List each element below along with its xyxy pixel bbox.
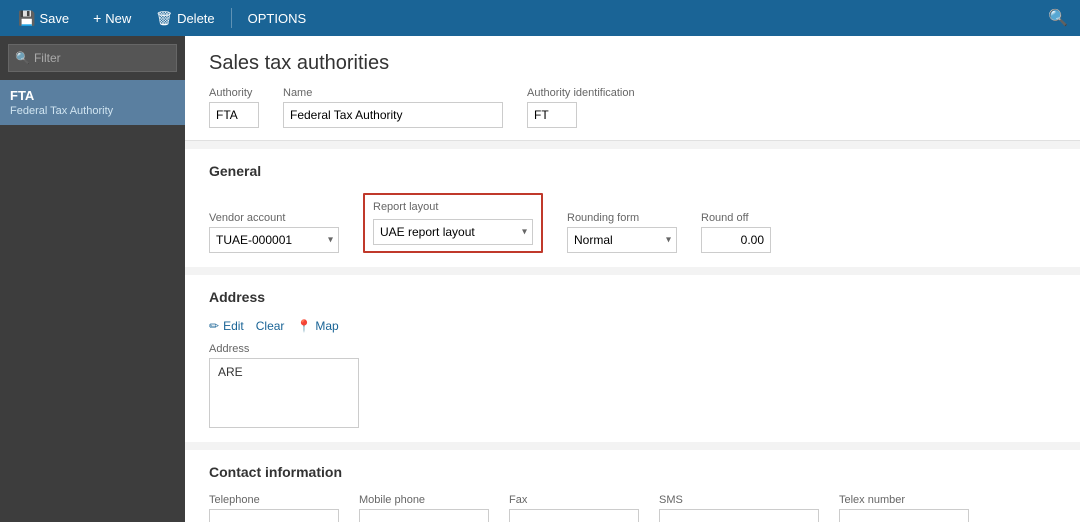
vendor-select[interactable]: TUAE-000001: [209, 227, 339, 253]
address-value: ARE: [218, 365, 243, 379]
name-label: Name: [283, 87, 503, 99]
filter-icon: 🔍: [15, 51, 30, 65]
sidebar: 🔍 FTA Federal Tax Authority: [0, 36, 185, 522]
save-button[interactable]: 💾 Save: [8, 4, 79, 32]
address-box: ARE: [209, 358, 359, 428]
delete-label: Delete: [177, 11, 215, 26]
fax-input[interactable]: [509, 509, 639, 522]
contact-title: Contact information: [209, 464, 1056, 480]
telephone-field-group: Telephone: [209, 494, 339, 522]
name-field-group: Name: [283, 87, 503, 128]
telex-field-group: Telex number: [839, 494, 969, 522]
edit-label: Edit: [223, 319, 244, 333]
vendor-label: Vendor account: [209, 212, 339, 224]
clear-label: Clear: [256, 319, 285, 333]
fax-label: Fax: [509, 494, 639, 506]
report-layout-highlighted-group: Report layout UAE report layout: [363, 193, 543, 253]
sidebar-filter-input[interactable]: [34, 51, 189, 65]
edit-icon: ✏: [209, 319, 219, 333]
edit-address-button[interactable]: ✏ Edit: [209, 319, 244, 333]
mobile-input[interactable]: [359, 509, 489, 522]
telephone-input[interactable]: [209, 509, 339, 522]
sidebar-item-fta[interactable]: FTA Federal Tax Authority: [0, 80, 185, 125]
main-layout: 🔍 FTA Federal Tax Authority Sales tax au…: [0, 36, 1080, 522]
save-icon: 💾: [18, 10, 35, 27]
fax-field-group: Fax: [509, 494, 639, 522]
general-section: General Vendor account TUAE-000001 Repor…: [185, 149, 1080, 267]
rounding-label: Rounding form: [567, 212, 677, 224]
round-off-input[interactable]: [701, 227, 771, 253]
toolbar: 💾 Save + New 🗑 Delete OPTIONS 🔍: [0, 0, 1080, 36]
address-actions: ✏ Edit Clear 📍 Map: [209, 319, 1056, 333]
sidebar-filter-container: 🔍: [8, 44, 177, 72]
delete-icon: 🗑: [155, 10, 173, 27]
rounding-select[interactable]: Normal Downward Upward: [567, 227, 677, 253]
report-layout-label: Report layout: [373, 201, 533, 213]
report-layout-select[interactable]: UAE report layout: [373, 219, 533, 245]
vendor-select-wrapper: TUAE-000001: [209, 227, 339, 253]
authority-input[interactable]: [209, 102, 259, 128]
page-header: Sales tax authorities Authority Name Aut…: [185, 36, 1080, 141]
telephone-label: Telephone: [209, 494, 339, 506]
report-layout-field-group: Report layout UAE report layout: [373, 201, 533, 245]
general-fields-row: Vendor account TUAE-000001 Report layout…: [209, 193, 1056, 253]
sidebar-item-subtitle: Federal Tax Authority: [10, 105, 175, 117]
sms-label: SMS: [659, 494, 819, 506]
options-button[interactable]: OPTIONS: [238, 4, 317, 32]
authority-label: Authority: [209, 87, 259, 99]
address-section: Address ✏ Edit Clear 📍 Map Address ARE: [185, 275, 1080, 442]
address-title: Address: [209, 289, 1056, 305]
round-off-label: Round off: [701, 212, 771, 224]
general-title: General: [209, 163, 1056, 179]
map-label: Map: [315, 319, 338, 333]
report-layout-select-wrapper: UAE report layout: [373, 219, 533, 245]
mobile-label: Mobile phone: [359, 494, 489, 506]
vendor-field-group: Vendor account TUAE-000001: [209, 212, 339, 253]
round-off-field-group: Round off: [701, 212, 771, 253]
rounding-field-group: Rounding form Normal Downward Upward: [567, 212, 677, 253]
telex-label: Telex number: [839, 494, 969, 506]
authority-fields: Authority Name Authority identification: [209, 87, 1056, 128]
page-title: Sales tax authorities: [209, 52, 1056, 75]
map-icon: 📍: [296, 319, 311, 333]
content-area: Sales tax authorities Authority Name Aut…: [185, 36, 1080, 522]
address-field-group: Address ARE: [209, 343, 1056, 428]
auth-id-field-group: Authority identification: [527, 87, 635, 128]
toolbar-divider: [231, 8, 232, 28]
authority-field-group: Authority: [209, 87, 259, 128]
contact-fields-row-1: Telephone Mobile phone Fax SMS Telex num: [209, 494, 1056, 522]
search-button[interactable]: 🔍: [1044, 4, 1072, 32]
contact-section: Contact information Telephone Mobile pho…: [185, 450, 1080, 522]
address-label: Address: [209, 343, 1056, 355]
delete-button[interactable]: 🗑 Delete: [145, 4, 224, 32]
sms-input[interactable]: [659, 509, 819, 522]
options-label: OPTIONS: [248, 11, 307, 26]
save-label: Save: [39, 11, 69, 26]
search-icon: 🔍: [1048, 8, 1068, 28]
new-icon: +: [93, 10, 101, 26]
telex-input[interactable]: [839, 509, 969, 522]
name-input[interactable]: [283, 102, 503, 128]
mobile-field-group: Mobile phone: [359, 494, 489, 522]
auth-id-label: Authority identification: [527, 87, 635, 99]
new-button[interactable]: + New: [83, 4, 141, 32]
new-label: New: [105, 11, 131, 26]
auth-id-input[interactable]: [527, 102, 577, 128]
clear-address-button[interactable]: Clear: [256, 319, 285, 333]
sms-field-group: SMS: [659, 494, 819, 522]
rounding-select-wrapper: Normal Downward Upward: [567, 227, 677, 253]
sidebar-item-title: FTA: [10, 88, 175, 103]
map-address-button[interactable]: 📍 Map: [296, 319, 338, 333]
